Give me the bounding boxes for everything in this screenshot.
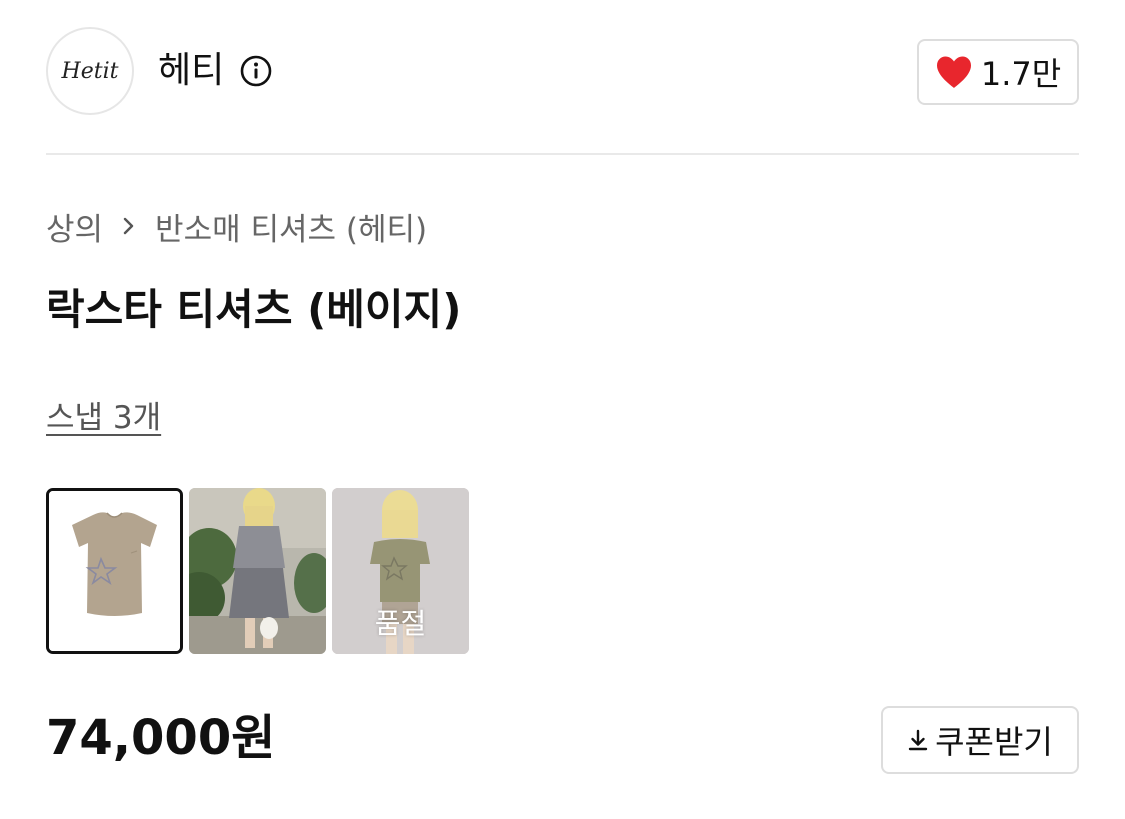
info-circle-icon[interactable] <box>240 55 272 87</box>
tshirt-image <box>49 491 180 651</box>
chevron-right-icon <box>123 217 134 235</box>
thumbnail-model-studio[interactable]: 품절 <box>332 488 469 654</box>
download-icon <box>908 729 928 751</box>
breadcrumb-item-category[interactable]: 상의 <box>46 204 103 249</box>
thumbnail-product-flatlay[interactable] <box>46 488 183 654</box>
brand-logo[interactable]: Hetit <box>46 27 134 115</box>
coupon-download-button[interactable]: 쿠폰받기 <box>881 706 1079 774</box>
product-title: 락스타 티셔츠 (베이지) <box>46 285 462 334</box>
model-photo <box>189 488 326 654</box>
like-count: 1.7만 <box>980 55 1062 93</box>
snap-link[interactable]: 스냅 3개 <box>46 392 161 437</box>
brand-header: Hetit 헤티 1.7만 <box>46 27 1079 117</box>
soldout-label: 품절 <box>374 607 427 640</box>
brand-name[interactable]: 헤티 <box>158 49 224 93</box>
thumbnail-list: 품절 <box>46 488 469 654</box>
breadcrumb: 상의 반소매 티셔츠 (헤티) <box>46 204 427 248</box>
divider <box>46 153 1079 155</box>
breadcrumb-item-subcategory[interactable]: 반소매 티셔츠 (헤티) <box>155 204 427 249</box>
heart-icon <box>936 56 971 88</box>
thumbnail-model-outdoor[interactable] <box>189 488 326 654</box>
product-price: 74,000원 <box>46 710 276 766</box>
brand-logo-text: Hetit <box>61 58 119 84</box>
coupon-label: 쿠폰받기 <box>935 723 1053 761</box>
like-button[interactable]: 1.7만 <box>917 39 1079 105</box>
